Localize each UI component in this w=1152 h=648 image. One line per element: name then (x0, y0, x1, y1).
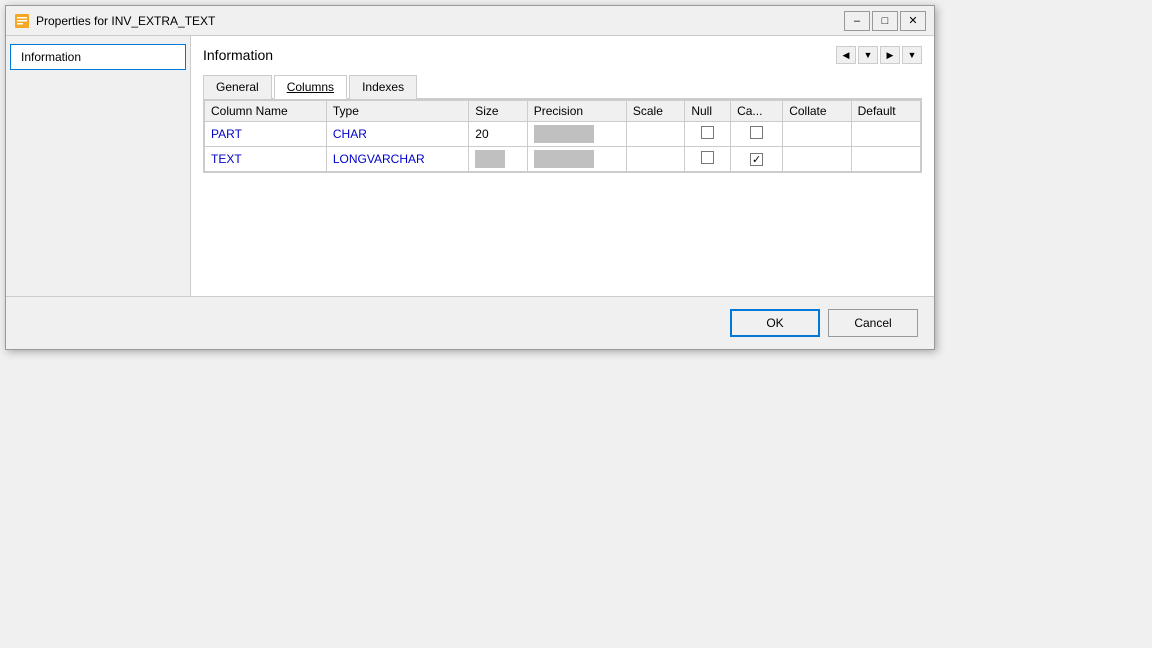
row1-null-cell (685, 122, 731, 147)
col-header-scale: Scale (626, 101, 684, 122)
table-header-row: Column Name Type Size Precision Scale Nu… (205, 101, 921, 122)
table-row: PART CHAR 20 (205, 122, 921, 147)
row1-type[interactable]: CHAR (326, 122, 468, 147)
row2-default[interactable] (851, 147, 920, 172)
tab-bar: General Columns Indexes (203, 74, 922, 99)
panel-title: Information (203, 47, 273, 63)
col-header-collate: Collate (783, 101, 851, 122)
minimize-button[interactable]: – (844, 11, 870, 31)
next-dropdown-button[interactable]: ▼ (902, 46, 922, 64)
row1-ca-checkbox[interactable] (750, 126, 763, 139)
row2-size[interactable] (469, 147, 527, 172)
dialog-window: Properties for INV_EXTRA_TEXT – □ ✕ Info… (5, 5, 935, 350)
cancel-button[interactable]: Cancel (828, 309, 918, 337)
col-header-type: Type (326, 101, 468, 122)
columns-table: Column Name Type Size Precision Scale Nu… (204, 100, 921, 172)
row1-size[interactable]: 20 (469, 122, 527, 147)
row2-scale[interactable] (626, 147, 684, 172)
col-header-name: Column Name (205, 101, 327, 122)
row1-ca-cell (731, 122, 783, 147)
row2-type[interactable]: LONGVARCHAR (326, 147, 468, 172)
col-header-size: Size (469, 101, 527, 122)
row1-scale[interactable] (626, 122, 684, 147)
row2-col-name[interactable]: TEXT (205, 147, 327, 172)
maximize-button[interactable]: □ (872, 11, 898, 31)
row1-default[interactable] (851, 122, 920, 147)
col-header-precision: Precision (527, 101, 626, 122)
row1-null-checkbox[interactable] (701, 126, 714, 139)
row2-ca-checkbox[interactable] (750, 153, 763, 166)
row2-null-cell (685, 147, 731, 172)
col-header-ca: Ca... (731, 101, 783, 122)
tab-indexes[interactable]: Indexes (349, 75, 417, 99)
prev-button[interactable]: ◀ (836, 46, 856, 64)
close-button[interactable]: ✕ (900, 11, 926, 31)
row1-precision[interactable] (527, 122, 626, 147)
dialog-body: Information Information ◀ ▼ ▶ ▼ General (6, 36, 934, 296)
navigation-arrows: ◀ ▼ ▶ ▼ (836, 46, 922, 64)
row1-collate[interactable] (783, 122, 851, 147)
next-button[interactable]: ▶ (880, 46, 900, 64)
row2-null-checkbox[interactable] (701, 151, 714, 164)
app-icon (14, 13, 30, 29)
dialog-title: Properties for INV_EXTRA_TEXT (36, 14, 844, 28)
tab-general[interactable]: General (203, 75, 272, 99)
tab-columns[interactable]: Columns (274, 75, 347, 99)
row2-precision[interactable] (527, 147, 626, 172)
prev-dropdown-button[interactable]: ▼ (858, 46, 878, 64)
ok-button[interactable]: OK (730, 309, 820, 337)
dialog-footer: OK Cancel (6, 296, 934, 349)
main-content-panel: Information ◀ ▼ ▶ ▼ General Columns Inde… (191, 36, 934, 296)
columns-table-container: Column Name Type Size Precision Scale Nu… (203, 99, 922, 173)
sidebar: Information (6, 36, 191, 296)
col-header-null: Null (685, 101, 731, 122)
row1-col-name[interactable]: PART (205, 122, 327, 147)
sidebar-item-information[interactable]: Information (10, 44, 186, 70)
main-header: Information ◀ ▼ ▶ ▼ (203, 46, 922, 64)
window-controls: – □ ✕ (844, 11, 926, 31)
row2-ca-cell (731, 147, 783, 172)
row2-collate[interactable] (783, 147, 851, 172)
table-row: TEXT LONGVARCHAR (205, 147, 921, 172)
col-header-default: Default (851, 101, 920, 122)
title-bar: Properties for INV_EXTRA_TEXT – □ ✕ (6, 6, 934, 36)
